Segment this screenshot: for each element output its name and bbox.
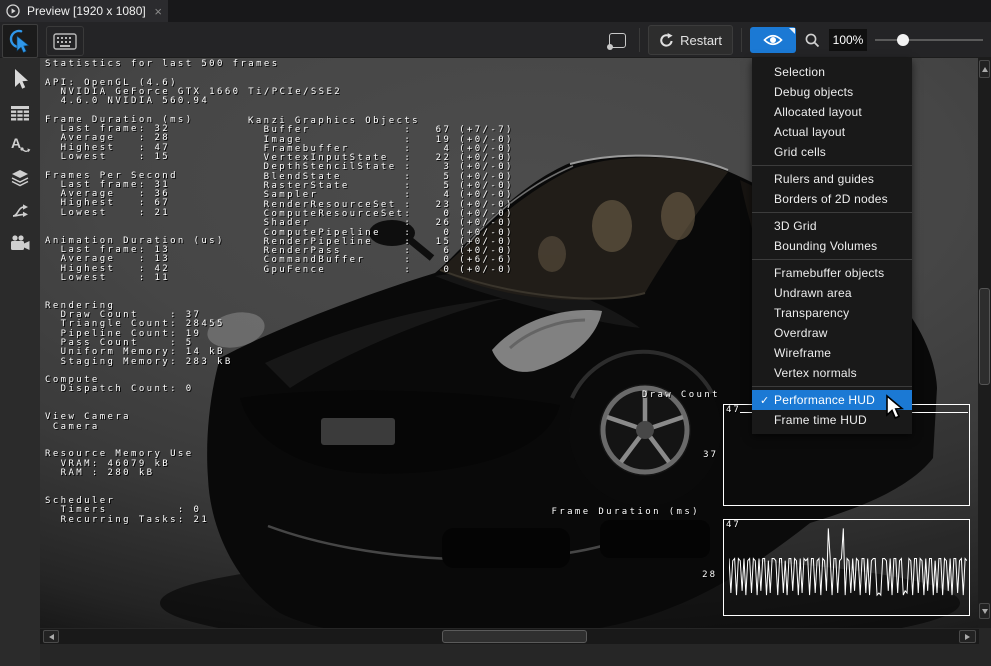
play-circle-icon bbox=[6, 4, 20, 18]
scroll-up-button[interactable] bbox=[979, 60, 990, 78]
toolbar: Restart 100% bbox=[0, 22, 991, 58]
layers-tool-button[interactable] bbox=[0, 162, 40, 192]
visualizations-dropdown-button[interactable] bbox=[750, 27, 796, 53]
menu-item-label: Framebuffer objects bbox=[774, 266, 884, 280]
menu-item-label: Undrawn area bbox=[774, 286, 852, 300]
visualizations-menu: Selection Debug objects Allocated layout Ac… bbox=[752, 58, 912, 434]
state-tools-button[interactable] bbox=[0, 196, 40, 226]
zoom-level-value[interactable]: 100% bbox=[829, 29, 867, 51]
menu-item-label: Grid cells bbox=[774, 145, 826, 159]
menu-item-label: Frame time HUD bbox=[774, 413, 867, 427]
tab-preview[interactable]: Preview [1920 x 1080] × bbox=[0, 0, 168, 22]
zoom-slider-track[interactable] bbox=[875, 39, 983, 41]
branch-arrows-icon bbox=[10, 201, 30, 221]
tab-bar: Preview [1920 x 1080] × bbox=[0, 0, 991, 22]
horizontal-scrollbar-thumb[interactable] bbox=[442, 630, 587, 643]
zoom-slider[interactable] bbox=[875, 27, 983, 53]
menu-group: Selection Debug objects Allocated layout Ac… bbox=[752, 62, 912, 162]
select-cursor-icon bbox=[9, 67, 31, 91]
menu-group: Framebuffer objects Undrawn area Transpare… bbox=[752, 259, 912, 383]
scroll-down-button[interactable] bbox=[979, 603, 990, 619]
menu-group: 3D Grid Bounding Volumes bbox=[752, 212, 912, 256]
interact-tool-button[interactable] bbox=[2, 24, 38, 58]
frame-duration-graph: 47 bbox=[723, 519, 970, 616]
menu-item-rulers-and-guides[interactable]: Rulers and guides bbox=[752, 169, 912, 189]
arrow-left-icon bbox=[49, 634, 54, 640]
menu-item-label: Overdraw bbox=[774, 326, 828, 340]
horizontal-scrollbar[interactable] bbox=[40, 629, 979, 644]
tab-close-icon[interactable]: × bbox=[154, 5, 162, 18]
menu-group: Rulers and guides Borders of 2D nodes bbox=[752, 165, 912, 209]
menu-item-label: Performance HUD bbox=[774, 393, 875, 407]
menu-item-label: Wireframe bbox=[774, 346, 831, 360]
menu-item-label: Transparency bbox=[774, 306, 849, 320]
text-animation-tool-button[interactable]: A bbox=[0, 130, 40, 160]
text-path-icon: A bbox=[9, 134, 31, 156]
menu-item-selection[interactable]: Selection bbox=[752, 62, 912, 82]
restart-icon bbox=[659, 33, 674, 48]
restart-button[interactable]: Restart bbox=[648, 25, 733, 55]
frame-duration-side-label: 28 bbox=[687, 570, 717, 580]
menu-item-actual-layout[interactable]: Actual layout bbox=[752, 122, 912, 142]
menu-item-framebuffer-objects[interactable]: Framebuffer objects bbox=[752, 263, 912, 283]
menu-item-label: Selection bbox=[774, 65, 825, 79]
dropdown-corner-icon bbox=[789, 28, 795, 34]
scroll-left-button[interactable] bbox=[43, 630, 59, 643]
virtual-keyboard-button[interactable] bbox=[46, 26, 84, 56]
interact-cursor-icon bbox=[7, 28, 33, 54]
performance-hud-right: Kanzi Graphics Objects Buffer : 67 (+7/-… bbox=[248, 117, 514, 275]
restart-label: Restart bbox=[680, 33, 722, 48]
arrow-up-icon bbox=[982, 67, 988, 72]
menu-item-grid-cells[interactable]: Grid cells bbox=[752, 142, 912, 162]
checkmark-icon: ✓ bbox=[760, 394, 774, 407]
menu-item-label: 3D Grid bbox=[774, 219, 817, 233]
detach-window-icon bbox=[609, 33, 626, 48]
menu-item-3d-grid[interactable]: 3D Grid bbox=[752, 216, 912, 236]
menu-item-borders-of-2d-nodes[interactable]: Borders of 2D nodes bbox=[752, 189, 912, 209]
menu-item-label: Vertex normals bbox=[774, 366, 857, 380]
eye-icon bbox=[763, 33, 783, 47]
draw-count-graph-title: Draw Count bbox=[642, 390, 720, 400]
keyboard-icon bbox=[53, 33, 77, 50]
menu-item-label: Bounding Volumes bbox=[774, 239, 877, 253]
toolbar-separator bbox=[741, 28, 742, 52]
grid-tool-button[interactable] bbox=[0, 98, 40, 128]
menu-item-allocated-layout[interactable]: Allocated layout bbox=[752, 102, 912, 122]
menu-item-overdraw[interactable]: Overdraw bbox=[752, 323, 912, 343]
layers-icon bbox=[10, 167, 30, 187]
menu-item-undrawn-area[interactable]: Undrawn area bbox=[752, 283, 912, 303]
mouse-cursor bbox=[884, 394, 908, 420]
vertical-scrollbar[interactable] bbox=[978, 58, 991, 628]
menu-item-label: Debug objects bbox=[774, 85, 853, 99]
camera-tool-button[interactable] bbox=[0, 228, 40, 258]
menu-item-label: Actual layout bbox=[774, 125, 845, 139]
tool-sidebar: A bbox=[0, 58, 40, 666]
frame-duration-sparkline bbox=[729, 522, 967, 608]
video-camera-icon bbox=[9, 234, 31, 252]
frame-duration-graph-title: Frame Duration (ms) bbox=[551, 507, 700, 517]
menu-item-bounding-volumes[interactable]: Bounding Volumes bbox=[752, 236, 912, 256]
arrow-down-icon bbox=[982, 609, 988, 614]
zoom-slider-handle[interactable] bbox=[897, 34, 909, 46]
arrow-right-icon bbox=[965, 634, 970, 640]
preview-window-button[interactable] bbox=[603, 27, 631, 54]
menu-item-wireframe[interactable]: Wireframe bbox=[752, 343, 912, 363]
menu-item-vertex-normals[interactable]: Vertex normals bbox=[752, 363, 912, 383]
scroll-right-button[interactable] bbox=[959, 630, 976, 643]
menu-item-debug-objects[interactable]: Debug objects bbox=[752, 82, 912, 102]
menu-item-label: Borders of 2D nodes bbox=[774, 192, 888, 206]
draw-count-max-label: 47 bbox=[726, 405, 741, 415]
menu-item-transparency[interactable]: Transparency bbox=[752, 303, 912, 323]
zoom-magnifier-icon bbox=[804, 32, 821, 49]
kanzi-preview-window: Preview [1920 x 1080] × bbox=[0, 0, 991, 666]
draw-count-side-label: 37 bbox=[688, 450, 718, 460]
tab-title: Preview [1920 x 1080] bbox=[27, 4, 146, 18]
toolbar-separator bbox=[639, 28, 640, 52]
table-icon bbox=[10, 104, 30, 122]
svg-text:A: A bbox=[11, 135, 21, 151]
vertical-scrollbar-thumb[interactable] bbox=[979, 288, 990, 385]
menu-item-label: Allocated layout bbox=[774, 105, 862, 119]
menu-item-label: Rulers and guides bbox=[774, 172, 874, 186]
select-tool-button[interactable] bbox=[0, 64, 40, 94]
